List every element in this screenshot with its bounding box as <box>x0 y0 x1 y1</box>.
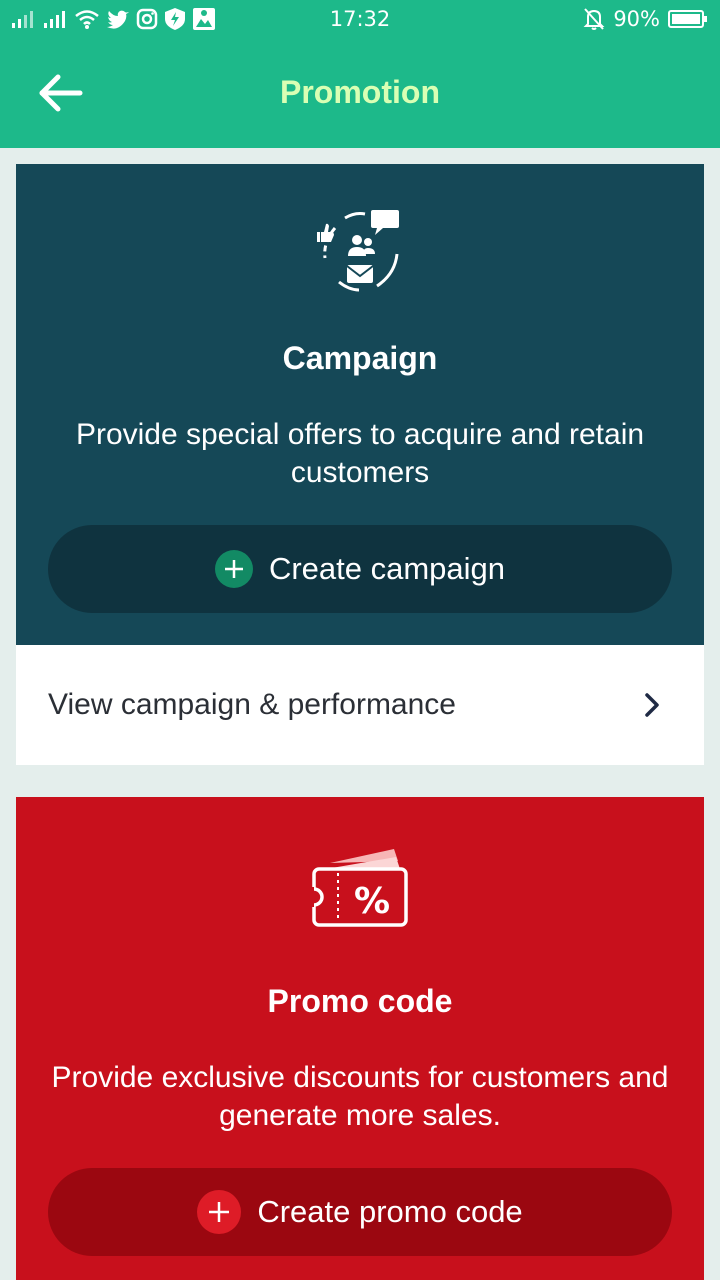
promo-code-description: Provide exclusive discounts for customer… <box>51 1061 669 1132</box>
promo-icon-wrap: % <box>16 847 704 929</box>
campaign-icon-wrap <box>16 208 704 294</box>
app-bar: Promotion <box>0 38 720 148</box>
battery-icon <box>668 10 707 28</box>
plus-icon <box>214 550 253 588</box>
battery-percent: 90% <box>613 7 660 31</box>
campaign-card: Campaign Provide special offers to acqui… <box>16 164 704 645</box>
campaign-icon <box>317 210 399 292</box>
plus-icon <box>197 1190 242 1234</box>
promo-code-card: % Promo code Provide exclusive discounts… <box>16 797 704 1280</box>
status-bar: 17:32 90% <box>0 0 720 38</box>
view-campaign-performance-row[interactable]: View campaign & performance <box>16 645 704 765</box>
svg-text:%: % <box>354 881 390 922</box>
chevron-right-icon <box>645 693 659 717</box>
create-campaign-label: Create campaign <box>268 551 506 586</box>
create-promo-code-label: Create promo code <box>257 1194 523 1229</box>
mute-icon <box>583 8 605 30</box>
status-icons-right: 90% <box>583 6 708 32</box>
create-campaign-button[interactable]: Create campaign <box>48 525 672 613</box>
page-title: Promotion <box>280 74 440 110</box>
create-promo-code-button[interactable]: Create promo code <box>48 1168 672 1256</box>
view-campaign-label: View campaign & performance <box>48 688 456 721</box>
campaign-title: Campaign <box>282 340 438 376</box>
promo-code-title: Promo code <box>267 983 453 1019</box>
coupon-percent-icon: % <box>310 849 408 927</box>
campaign-description: Provide special offers to acquire and re… <box>75 418 645 489</box>
